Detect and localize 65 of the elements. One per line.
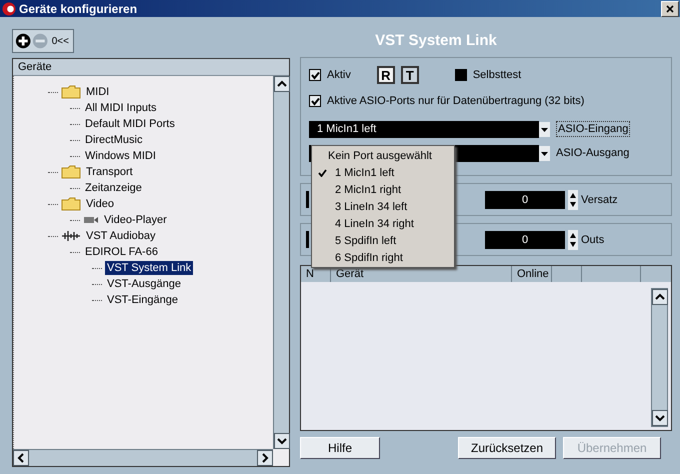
reset-button[interactable]: 0<< (50, 32, 71, 50)
scroll-down-icon[interactable] (652, 410, 668, 426)
menu-item[interactable]: 3 LineIn 34 left (312, 198, 454, 215)
vertical-scrollbar[interactable] (273, 76, 289, 449)
menu-item[interactable]: 6 SpdifIn right (312, 249, 454, 266)
number-field[interactable]: 0 (485, 230, 565, 248)
tree-item[interactable]: Windows MIDI (83, 149, 158, 163)
spinner-arrows-icon[interactable] (568, 190, 578, 210)
folder-icon (61, 197, 81, 211)
column-header[interactable]: Gerät (331, 266, 512, 282)
add-icon[interactable] (15, 32, 32, 50)
close-button[interactable] (661, 0, 679, 16)
scroll-left-icon[interactable] (13, 450, 29, 466)
field-label: Versatz (581, 194, 618, 206)
checkbox-label: Aktive ASIO-Ports nur für Datenübertragung (32 bits) (327, 95, 584, 107)
tree-item[interactable]: Zeitanzeige (83, 181, 144, 195)
tree-item[interactable]: Default MIDI Ports (83, 117, 177, 131)
dropdown-label: ASIO-Eingang (556, 121, 630, 137)
tree-item[interactable]: VST-Ausgänge (105, 277, 183, 291)
checkbox[interactable] (454, 69, 467, 81)
scroll-down-icon[interactable] (274, 433, 290, 449)
waveform-icon (61, 230, 81, 242)
close-icon (666, 4, 674, 12)
checkbox[interactable] (309, 95, 321, 107)
panel-title: VST System Link (374, 32, 498, 51)
dropdown[interactable]: 1 MicIn1 left (309, 120, 539, 138)
menu-item[interactable]: 5 SpdifIn left (312, 232, 454, 249)
toggle-button[interactable]: T (400, 66, 419, 84)
dialog-button[interactable]: Hilfe (300, 437, 380, 459)
number-field[interactable]: 0 (485, 190, 565, 208)
toggle-button[interactable]: R (376, 66, 395, 84)
tree-item[interactable]: DirectMusic (83, 133, 144, 147)
tree-item[interactable]: Transport (84, 165, 135, 179)
checkbox-label: Selbsttest (472, 69, 522, 81)
window-title: Geräte konfigurieren (19, 2, 138, 16)
app-logo-icon (2, 2, 16, 16)
tree-item[interactable]: Video (84, 197, 116, 211)
vertical-scrollbar[interactable] (651, 288, 668, 427)
menu-item[interactable]: 4 LineIn 34 right (312, 215, 454, 232)
dialog-button[interactable]: Zurücksetzen (458, 437, 556, 459)
tree-item[interactable]: All MIDI Inputs (83, 101, 159, 115)
menu-item[interactable]: 2 MicIn1 right (312, 181, 454, 198)
dropdown-label: ASIO-Ausgang (556, 147, 630, 159)
menu-item[interactable]: 1 MicIn1 left (312, 164, 454, 181)
horizontal-scrollbar[interactable] (13, 449, 273, 466)
tree-item[interactable]: VST System Link (105, 261, 194, 275)
folder-icon (61, 85, 81, 99)
menu-item[interactable]: Kein Port ausgewählt (312, 147, 454, 164)
checkbox-label: Aktiv (327, 69, 351, 81)
tree-item[interactable]: Video-Player (102, 213, 169, 227)
tree-item[interactable]: VST Audiobay (84, 229, 158, 243)
spinner-arrows-icon[interactable] (568, 230, 578, 250)
video-camera-icon (83, 215, 99, 225)
column-header: Geräte (13, 59, 289, 76)
scroll-up-icon[interactable] (274, 76, 290, 92)
column-header[interactable]: N (301, 266, 331, 282)
tree-item[interactable]: VST-Eingänge (105, 293, 180, 307)
tree-item[interactable]: MIDI (84, 85, 112, 99)
folder-icon (61, 165, 81, 179)
field-label: Outs (581, 234, 604, 246)
scroll-right-icon[interactable] (257, 450, 273, 466)
column-header[interactable]: Online (512, 266, 552, 282)
scroll-up-icon[interactable] (652, 289, 668, 305)
tree-item[interactable]: EDIROL FA-66 (83, 245, 160, 259)
checkbox[interactable] (309, 69, 321, 81)
